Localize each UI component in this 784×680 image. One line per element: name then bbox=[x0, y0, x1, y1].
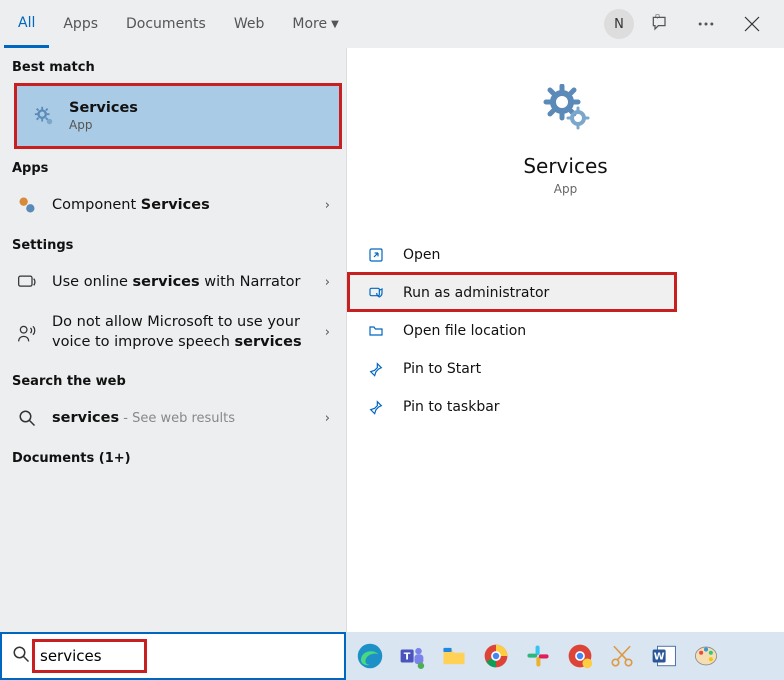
section-search-web: Search the web bbox=[0, 362, 346, 397]
taskbar-chrome-icon[interactable] bbox=[480, 640, 512, 672]
tab-documents[interactable]: Documents bbox=[112, 0, 220, 48]
search-icon bbox=[16, 407, 38, 429]
action-open-file-location[interactable]: Open file location bbox=[347, 312, 784, 350]
svg-text:T: T bbox=[404, 651, 411, 662]
narrator-icon bbox=[16, 271, 38, 293]
chevron-down-icon: ▼ bbox=[331, 19, 339, 30]
component-services-icon bbox=[16, 194, 38, 216]
section-apps: Apps bbox=[0, 149, 346, 184]
account-avatar[interactable]: N bbox=[604, 9, 634, 39]
taskbar-word-icon[interactable]: W bbox=[648, 640, 680, 672]
best-match-title: Services bbox=[69, 100, 138, 116]
chevron-right-icon: › bbox=[325, 275, 330, 290]
result-speech-services[interactable]: Do not allow Microsoft to use your voice… bbox=[0, 303, 346, 362]
taskbar-explorer-icon[interactable] bbox=[438, 640, 470, 672]
chevron-right-icon: › bbox=[325, 198, 330, 213]
svg-text:W: W bbox=[654, 651, 665, 662]
action-run-as-admin[interactable]: Run as administrator bbox=[347, 274, 677, 312]
result-web-services[interactable]: services - See web results › bbox=[0, 397, 346, 439]
taskbar-snip-icon[interactable] bbox=[606, 640, 638, 672]
action-open[interactable]: Open bbox=[347, 236, 784, 274]
taskbar-edge-icon[interactable] bbox=[354, 640, 386, 672]
best-match-subtitle: App bbox=[69, 118, 323, 132]
section-documents: Documents (1+) bbox=[0, 439, 346, 474]
tab-all[interactable]: All bbox=[4, 0, 49, 48]
search-icon bbox=[12, 645, 32, 667]
pin-icon bbox=[367, 360, 385, 378]
search-filter-tabs: All Apps Documents Web More▼ N bbox=[0, 0, 784, 48]
open-icon bbox=[367, 246, 385, 264]
more-options-icon[interactable] bbox=[686, 4, 726, 44]
speech-icon bbox=[16, 322, 38, 344]
best-match-result[interactable]: Services App bbox=[14, 83, 342, 149]
tab-web[interactable]: Web bbox=[220, 0, 279, 48]
taskbar-teams-icon[interactable]: T bbox=[396, 640, 428, 672]
chevron-right-icon: › bbox=[325, 411, 330, 426]
action-pin-to-start[interactable]: Pin to Start bbox=[347, 350, 784, 388]
taskbar-chrome-beta-icon[interactable] bbox=[564, 640, 596, 672]
folder-icon bbox=[367, 322, 385, 340]
feedback-icon[interactable] bbox=[640, 4, 680, 44]
admin-shield-icon bbox=[367, 284, 385, 302]
detail-panel: Services App Open Run as administrator bbox=[346, 48, 784, 632]
results-panel: Best match Services App Apps Component S… bbox=[0, 48, 346, 632]
result-component-services[interactable]: Component Services › bbox=[0, 184, 346, 226]
services-large-icon bbox=[542, 84, 590, 132]
action-pin-to-taskbar[interactable]: Pin to taskbar bbox=[347, 388, 784, 426]
result-narrator-services[interactable]: Use online services with Narrator › bbox=[0, 261, 346, 303]
search-input[interactable] bbox=[40, 647, 334, 665]
services-gear-icon bbox=[33, 105, 55, 127]
tab-more[interactable]: More▼ bbox=[278, 0, 352, 48]
tab-apps[interactable]: Apps bbox=[49, 0, 112, 48]
detail-title: Services bbox=[523, 154, 607, 178]
bottom-bar: T W bbox=[0, 632, 784, 680]
taskbar: T W bbox=[346, 632, 784, 680]
taskbar-slack-icon[interactable] bbox=[522, 640, 554, 672]
detail-subtitle: App bbox=[554, 182, 577, 196]
close-button[interactable] bbox=[732, 4, 772, 44]
chevron-right-icon: › bbox=[325, 325, 330, 340]
taskbar-paint-icon[interactable] bbox=[690, 640, 722, 672]
pin-icon bbox=[367, 398, 385, 416]
section-best-match: Best match bbox=[0, 48, 346, 83]
search-box[interactable] bbox=[0, 632, 346, 680]
section-settings: Settings bbox=[0, 226, 346, 261]
